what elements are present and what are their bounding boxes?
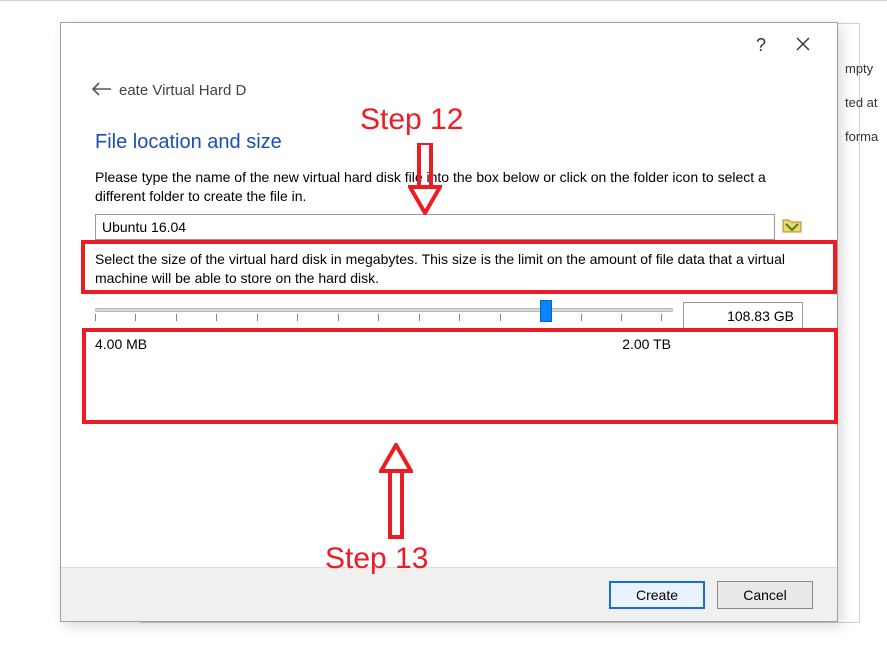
help-icon: ?: [756, 35, 766, 56]
location-description: Please type the name of the new virtual …: [95, 168, 803, 206]
bg-text-fragment: forma: [845, 129, 878, 144]
close-icon: [796, 35, 810, 56]
titlebar: ?: [61, 23, 837, 75]
bg-text-fragment: ted at: [845, 95, 878, 110]
slider-thumb[interactable]: [540, 300, 552, 322]
size-slider-row: [95, 298, 803, 334]
browse-folder-button[interactable]: [781, 216, 803, 238]
folder-icon: [782, 216, 802, 237]
arrow-left-icon: [91, 82, 111, 99]
size-slider[interactable]: [95, 298, 673, 334]
create-vhd-dialog: ? eate Virtual Hard D File location and …: [60, 22, 838, 622]
slider-max-label: 2.00 TB: [622, 336, 671, 352]
breadcrumb-text: eate Virtual Hard D: [119, 82, 246, 99]
file-name-input[interactable]: [95, 214, 775, 240]
size-value-input[interactable]: [683, 302, 803, 330]
dialog-button-bar: Create Cancel: [61, 567, 837, 621]
create-button[interactable]: Create: [609, 581, 705, 609]
page-title: File location and size: [95, 131, 803, 154]
file-location-row: [95, 214, 803, 240]
dialog-content: File location and size Please type the n…: [61, 105, 837, 567]
bg-text-fragment: mpty: [845, 61, 873, 76]
slider-track: [95, 308, 673, 312]
breadcrumb: eate Virtual Hard D: [61, 75, 837, 105]
help-button[interactable]: ?: [741, 31, 781, 59]
slider-min-label: 4.00 MB: [95, 336, 147, 352]
back-button[interactable]: [89, 78, 113, 102]
close-button[interactable]: [783, 31, 823, 59]
slider-ticks: [95, 314, 673, 324]
cancel-button[interactable]: Cancel: [717, 581, 813, 609]
size-description: Select the size of the virtual hard disk…: [95, 250, 803, 288]
slider-range-labels: 4.00 MB 2.00 TB: [95, 336, 671, 352]
